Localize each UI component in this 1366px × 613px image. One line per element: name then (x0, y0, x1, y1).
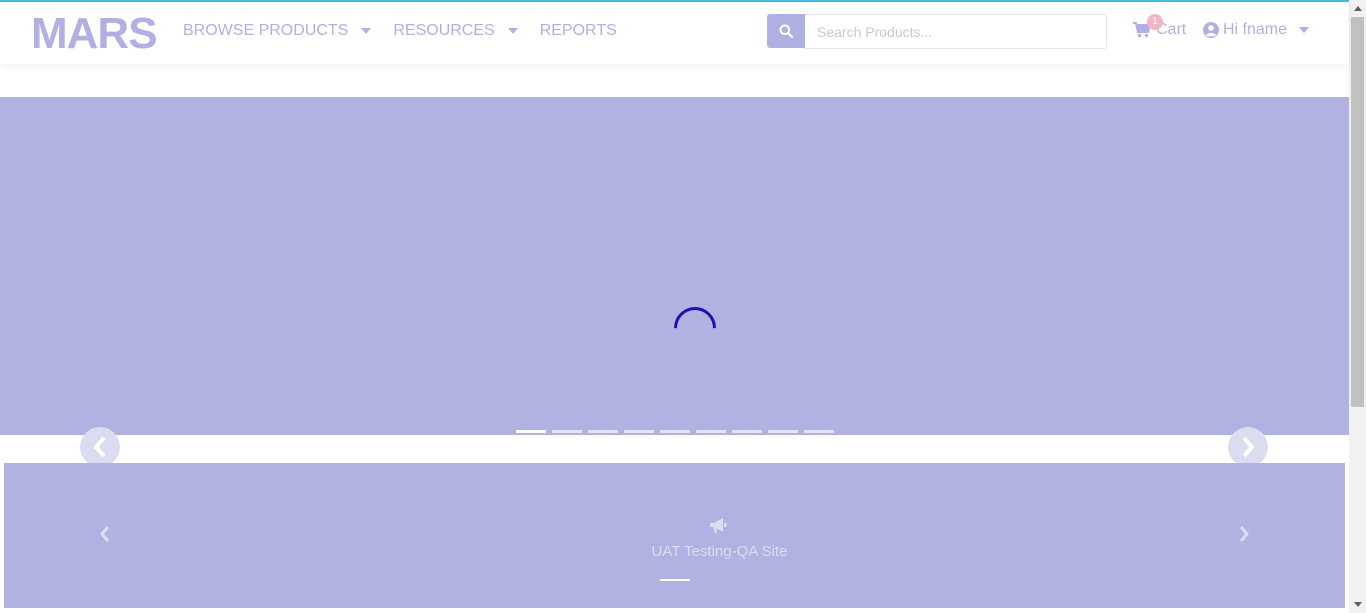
scroll-up-button[interactable] (1349, 0, 1366, 17)
search-button[interactable] (767, 14, 805, 48)
megaphone-icon (710, 518, 727, 533)
nav-resources[interactable]: RESOURCES (393, 22, 518, 40)
carousel-indicator-7[interactable] (732, 430, 762, 433)
caret-down-icon (1353, 602, 1362, 607)
user-greeting: Hi fname (1223, 21, 1288, 38)
announcement-banner (4, 463, 1345, 608)
nav-reports-label: REPORTS (539, 22, 617, 39)
chevron-right-icon (1239, 526, 1249, 542)
carousel-indicator-9[interactable] (804, 430, 834, 433)
search-bar (767, 14, 1107, 49)
site-header: MARS BROWSE PRODUCTS RESOURCES REPORTS S… (0, 2, 1349, 64)
user-circle-icon (1203, 22, 1219, 38)
caret-down-icon (1299, 27, 1310, 33)
nav-resources-label: RESOURCES (393, 22, 495, 39)
carousel-indicator-6[interactable] (696, 430, 726, 433)
announcement-indicator[interactable] (660, 579, 690, 581)
chevron-left-icon (100, 526, 110, 542)
cart-link[interactable]: 1 Cart (1133, 14, 1186, 39)
carousel-indicator-3[interactable] (588, 430, 618, 433)
cart-count-badge: 1 (1147, 14, 1163, 30)
carousel-indicator-2[interactable] (552, 430, 582, 433)
caret-down-icon (361, 28, 372, 34)
carousel-indicator-4[interactable] (624, 430, 654, 433)
scroll-down-button[interactable] (1349, 596, 1366, 613)
carousel-indicator-5[interactable] (660, 430, 690, 433)
user-menu[interactable]: Hi fname (1203, 21, 1310, 39)
hero-carousel (0, 97, 1349, 435)
mars-logo[interactable]: MARS (31, 12, 158, 56)
caret-up-icon (1353, 6, 1362, 11)
search-input[interactable] (805, 14, 1107, 49)
hero-prev-button[interactable] (80, 427, 120, 467)
carousel-indicators (516, 430, 840, 433)
announcement-text: UAT Testing-QA Site (651, 543, 788, 560)
nav-reports[interactable]: REPORTS (540, 22, 617, 40)
main-nav: BROWSE PRODUCTS RESOURCES REPORTS (183, 22, 639, 40)
announcement-text-row: UAT Testing-QA Site (4, 543, 1366, 560)
chevron-left-icon (94, 436, 106, 458)
search-icon (779, 24, 793, 38)
page: MARS BROWSE PRODUCTS RESOURCES REPORTS S… (0, 0, 1366, 613)
page-scrollbar[interactable] (1349, 0, 1366, 613)
nav-browse-products[interactable]: BROWSE PRODUCTS (183, 22, 372, 40)
scrollbar-thumb[interactable] (1351, 17, 1364, 407)
chevron-right-icon (1242, 436, 1254, 458)
carousel-indicator-8[interactable] (768, 430, 798, 433)
announcement-next-button[interactable] (1233, 523, 1255, 545)
nav-browse-products-label: BROWSE PRODUCTS (183, 22, 349, 39)
carousel-indicator-1[interactable] (516, 430, 546, 433)
hero-next-button[interactable] (1228, 427, 1268, 467)
announcement-prev-button[interactable] (94, 523, 116, 545)
caret-down-icon (507, 28, 518, 34)
